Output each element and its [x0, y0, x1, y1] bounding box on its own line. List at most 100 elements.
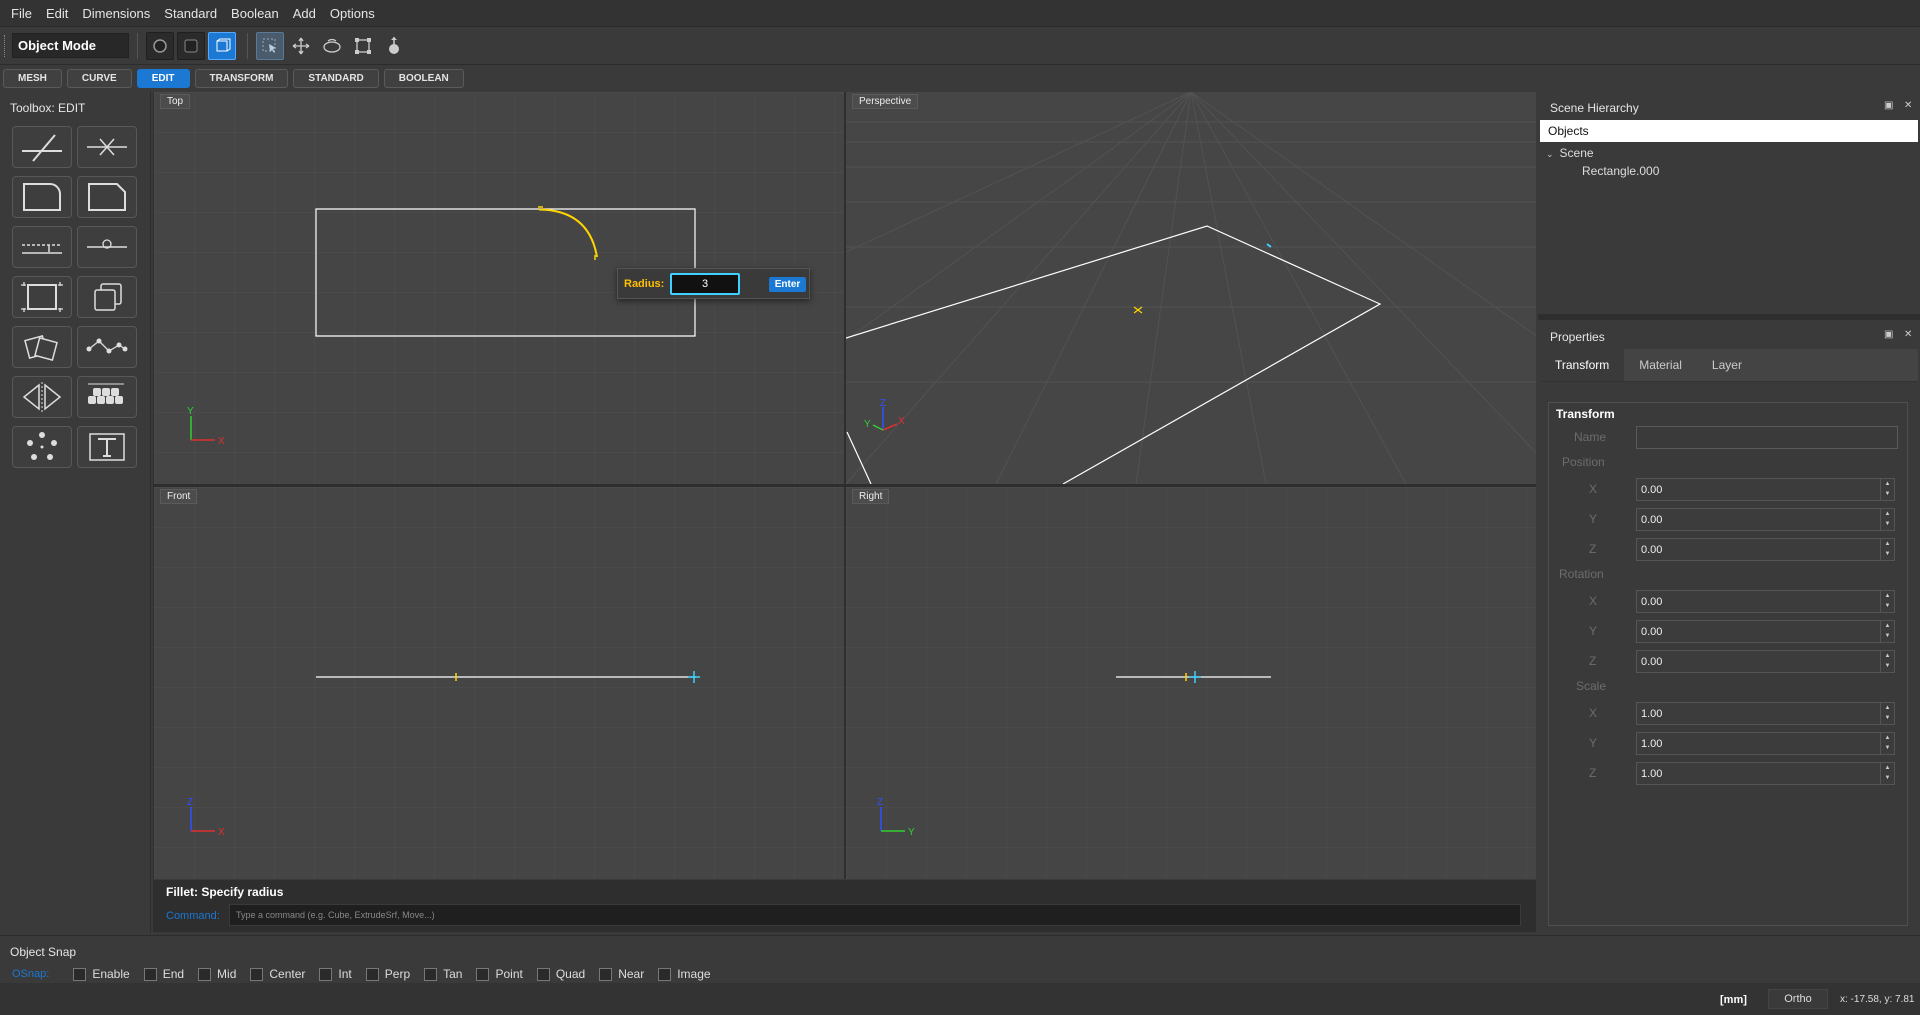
spin-arrows-icon[interactable]: ▲ ▼ [1880, 591, 1894, 612]
tab-boolean[interactable]: BOOLEAN [383, 69, 464, 88]
spin-arrows-icon[interactable]: ▲ ▼ [1880, 509, 1894, 530]
tab-standard[interactable]: STANDARD [293, 69, 379, 88]
checkbox-icon[interactable] [424, 967, 438, 981]
shading-flat-button[interactable] [177, 31, 205, 60]
menu-edit[interactable]: Edit [39, 6, 75, 21]
spin-arrows-icon[interactable]: ▲ ▼ [1880, 479, 1894, 500]
tab-material[interactable]: Material [1624, 349, 1697, 381]
gumball-tool-button[interactable] [380, 32, 408, 60]
command-input[interactable]: Type a command (e.g. Cube, ExtrudeSrf, M… [229, 904, 1521, 926]
scale-y-field[interactable]: 1.00 ▲ ▼ [1636, 732, 1895, 755]
tab-edit[interactable]: EDIT [136, 69, 190, 88]
checkbox-icon[interactable] [73, 967, 87, 981]
scale-z-field[interactable]: 1.00 ▲ ▼ [1636, 762, 1895, 785]
checkbox-icon[interactable] [143, 967, 157, 981]
viewport-front[interactable]: Front Z X [154, 487, 844, 879]
float-icon[interactable]: ▣ [1884, 329, 1893, 340]
shading-wireframe-button[interactable] [208, 31, 236, 60]
checkbox-icon[interactable] [198, 967, 212, 981]
name-field[interactable] [1636, 426, 1898, 449]
snap-quad-checkbox[interactable]: Quad [536, 967, 585, 981]
position-z-field[interactable]: 0.00 ▲ ▼ [1636, 538, 1895, 561]
snap-tan-checkbox[interactable]: Tan [424, 967, 462, 981]
trim-tool-button[interactable] [12, 126, 72, 168]
menu-standard[interactable]: Standard [157, 6, 224, 21]
snap-perp-checkbox[interactable]: Perp [365, 967, 410, 981]
scale-x-field[interactable]: 1.00 ▲ ▼ [1636, 702, 1895, 725]
checkbox-icon[interactable] [476, 967, 490, 981]
checkbox-icon[interactable] [319, 967, 333, 981]
checkbox-icon[interactable] [599, 967, 613, 981]
snap-point-checkbox[interactable]: Point [476, 967, 523, 981]
snap-enable-checkbox[interactable]: Enable [73, 967, 130, 981]
float-icon[interactable]: ▣ [1884, 100, 1893, 111]
main-toolbar: Object Mode [0, 27, 1920, 65]
rotate-tool-button[interactable] [318, 32, 346, 60]
menu-dimensions[interactable]: Dimensions [75, 6, 157, 21]
copy-tool-button[interactable] [77, 276, 137, 318]
viewport-right[interactable]: Right Z Y [846, 487, 1536, 879]
spin-arrows-icon[interactable]: ▲ ▼ [1880, 703, 1894, 724]
tab-layer[interactable]: Layer [1697, 349, 1757, 381]
tab-mesh[interactable]: MESH [3, 69, 62, 88]
mode-selector[interactable]: Object Mode [12, 33, 129, 58]
rotation-x-field[interactable]: 0.00 ▲ ▼ [1636, 590, 1895, 613]
tab-transform[interactable]: TRANSFORM [194, 69, 289, 88]
viewport-perspective[interactable]: Perspective Z X Y [846, 92, 1536, 484]
snap-int-checkbox[interactable]: Int [319, 967, 352, 981]
radius-input[interactable]: 3 [670, 273, 740, 295]
tree-item-rectangle[interactable]: Rectangle.000 [1538, 162, 1920, 180]
select-tool-button[interactable] [256, 31, 284, 60]
enter-button[interactable]: Enter [769, 277, 806, 292]
spin-arrows-icon[interactable]: ▲ ▼ [1880, 651, 1894, 672]
position-x-field[interactable]: 0.00 ▲ ▼ [1636, 478, 1895, 501]
fillet-tool-button[interactable] [12, 176, 72, 218]
move-arrows-icon [292, 37, 310, 54]
chamfer-tool-button[interactable] [77, 176, 137, 218]
tab-transform-props[interactable]: Transform [1540, 349, 1625, 381]
ortho-toggle[interactable]: Ortho [1768, 989, 1828, 1009]
checkbox-icon[interactable] [365, 967, 379, 981]
panel-splitter[interactable] [1538, 314, 1920, 320]
scale-tool-button[interactable] [349, 32, 377, 60]
spin-arrows-icon[interactable]: ▲ ▼ [1880, 539, 1894, 560]
bounding-box-tool-button[interactable] [12, 276, 72, 318]
offset-tool-button[interactable] [12, 226, 72, 268]
rotate-copy-tool-button[interactable] [12, 326, 72, 368]
spin-arrows-icon[interactable]: ▲ ▼ [1880, 621, 1894, 642]
snap-image-checkbox[interactable]: Image [658, 967, 711, 981]
text-tool-button[interactable] [77, 426, 137, 468]
position-y-field[interactable]: 0.00 ▲ ▼ [1636, 508, 1895, 531]
toolbar-grip[interactable] [4, 34, 7, 57]
close-icon[interactable]: ✕ [1904, 100, 1912, 111]
mirror-tool-button[interactable] [12, 376, 72, 418]
shading-solid-button[interactable] [146, 31, 174, 60]
chevron-down-icon[interactable]: ⌄ [1546, 149, 1554, 159]
spin-arrows-icon[interactable]: ▲ ▼ [1880, 763, 1894, 784]
array-tool-button[interactable] [77, 376, 137, 418]
command-prompt-title: Fillet: Specify radius [166, 885, 284, 899]
checkbox-icon[interactable] [658, 967, 672, 981]
move-tool-button[interactable] [287, 32, 315, 60]
extend-tool-button[interactable] [77, 126, 137, 168]
polyline-edit-tool-button[interactable] [77, 326, 137, 368]
menu-boolean[interactable]: Boolean [224, 6, 286, 21]
rotation-y-field[interactable]: 0.00 ▲ ▼ [1636, 620, 1895, 643]
units-indicator[interactable]: [mm] [1720, 994, 1747, 1006]
rotation-z-field[interactable]: 0.00 ▲ ▼ [1636, 650, 1895, 673]
menu-options[interactable]: Options [323, 6, 382, 21]
checkbox-icon[interactable] [536, 967, 550, 981]
tree-item-scene[interactable]: ⌄ Scene [1538, 144, 1920, 162]
close-icon[interactable]: ✕ [1904, 329, 1912, 340]
menu-add[interactable]: Add [286, 6, 323, 21]
circular-array-tool-button[interactable] [12, 426, 72, 468]
spin-arrows-icon[interactable]: ▲ ▼ [1880, 733, 1894, 754]
split-tool-button[interactable] [77, 226, 137, 268]
snap-near-checkbox[interactable]: Near [599, 967, 644, 981]
menu-file[interactable]: File [4, 6, 39, 21]
snap-mid-checkbox[interactable]: Mid [198, 967, 236, 981]
tab-curve[interactable]: CURVE [66, 69, 132, 88]
checkbox-icon[interactable] [250, 967, 264, 981]
snap-center-checkbox[interactable]: Center [250, 967, 305, 981]
snap-end-checkbox[interactable]: End [143, 967, 184, 981]
